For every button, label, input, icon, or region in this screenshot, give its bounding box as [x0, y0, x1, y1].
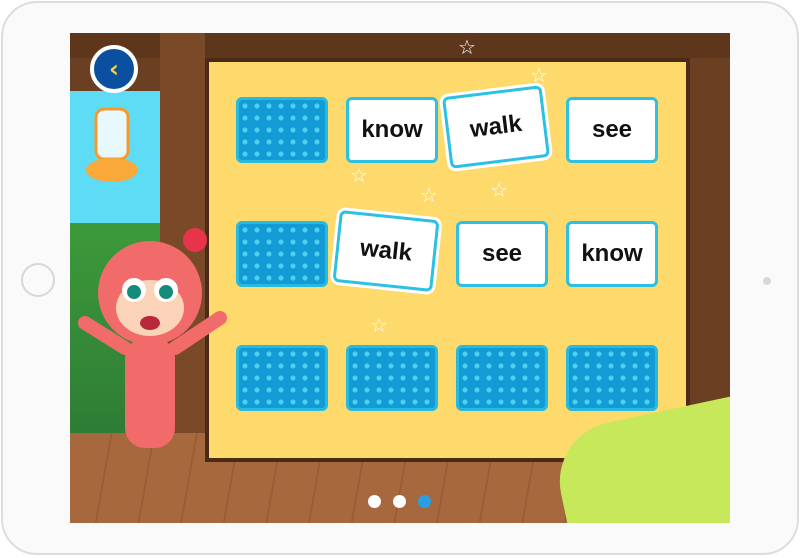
page-dot[interactable] — [418, 495, 431, 508]
home-button[interactable] — [21, 263, 55, 297]
card-word: know — [361, 116, 423, 143]
word-card[interactable]: see — [456, 221, 548, 287]
back-button[interactable]: ‹ — [90, 45, 138, 93]
word-card[interactable]: walk — [441, 85, 551, 169]
camera — [763, 277, 771, 285]
word-card[interactable]: see — [566, 97, 658, 163]
star-icon: ☆ — [530, 63, 548, 87]
star-icon: ☆ — [370, 313, 388, 337]
card-face-down[interactable] — [456, 345, 548, 411]
card-word: walk — [468, 109, 524, 144]
star-icon: ☆ — [420, 183, 438, 207]
card-face-down[interactable] — [236, 345, 328, 411]
card-face-down[interactable] — [566, 345, 658, 411]
card-face-down[interactable] — [236, 221, 328, 287]
card-word: see — [481, 240, 523, 267]
card-face-down[interactable] — [236, 97, 328, 163]
word-card[interactable]: walk — [332, 209, 440, 293]
page-indicator — [368, 495, 431, 508]
page-dot[interactable] — [393, 495, 406, 508]
star-icon: ☆ — [458, 35, 476, 59]
card-word: see — [591, 116, 633, 143]
word-card[interactable]: know — [346, 97, 438, 163]
star-icon: ☆ — [490, 178, 508, 202]
page-dot[interactable] — [368, 495, 381, 508]
lantern-icon — [86, 107, 138, 182]
monkey-character — [78, 228, 227, 448]
chevron-left-icon: ‹ — [109, 55, 119, 83]
card-word: know — [581, 240, 643, 267]
game-screen: know walk see walk see know ‹ ☆ ☆ ☆ ☆ ☆ ☆ — [70, 33, 730, 523]
word-card[interactable]: know — [566, 221, 658, 287]
card-face-down[interactable] — [346, 345, 438, 411]
card-word: walk — [358, 234, 414, 267]
star-icon: ☆ — [350, 163, 368, 187]
